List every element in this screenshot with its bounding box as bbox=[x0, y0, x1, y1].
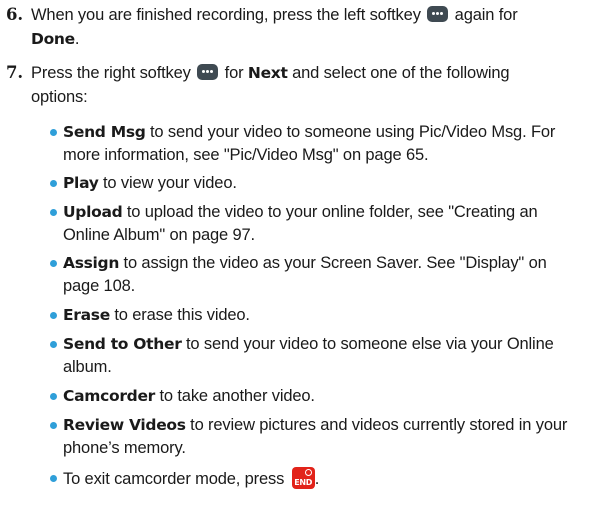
end-key-label: END bbox=[294, 478, 313, 487]
option-desc: to assign the video as your Screen Saver… bbox=[123, 254, 547, 272]
bullet-icon bbox=[50, 475, 57, 482]
option-name: Camcorder bbox=[63, 387, 156, 405]
exit-tail: . bbox=[314, 470, 320, 488]
option-name: Erase bbox=[63, 306, 110, 324]
step-text: When you are finished recording, press t… bbox=[31, 3, 596, 51]
option-desc-cont: album. bbox=[63, 358, 112, 376]
option-desc: to upload the video to your online folde… bbox=[126, 203, 538, 221]
step-7-pre: Press the right softkey bbox=[31, 64, 191, 82]
end-key-icon: END bbox=[291, 467, 315, 489]
option-desc: to send your video to someone using Pic/… bbox=[150, 123, 556, 141]
option-desc-cont: more information, see "Pic/Video Msg" on… bbox=[63, 146, 429, 164]
done-label: Done bbox=[31, 30, 75, 48]
exit-text: To exit camcorder mode, press bbox=[63, 470, 285, 488]
option-desc-cont: phone’s memory. bbox=[63, 439, 186, 457]
bullet-icon bbox=[50, 341, 57, 348]
option-desc: to review pictures and videos currently … bbox=[190, 416, 568, 434]
bullet-icon bbox=[50, 180, 57, 187]
step-7-for: for bbox=[224, 64, 244, 82]
softkey-icon bbox=[197, 64, 219, 80]
manual-page: 6. When you are finished recording, pres… bbox=[0, 0, 607, 525]
bullet-icon bbox=[50, 422, 57, 429]
bullet-icon bbox=[50, 393, 57, 400]
option-desc: to take another video. bbox=[159, 387, 315, 405]
option-desc-cont: Online Album" on page 97. bbox=[63, 226, 255, 244]
option-name: Assign bbox=[63, 254, 120, 272]
softkey-icon bbox=[427, 6, 449, 22]
step-number: 7. bbox=[6, 63, 23, 82]
option-name: Review Videos bbox=[63, 416, 186, 434]
step-7-line2: options: bbox=[31, 88, 88, 106]
step-number: 6. bbox=[6, 5, 23, 24]
option-desc: to erase this video. bbox=[114, 306, 250, 324]
step-6-line1-pre: When you are finished recording, press t… bbox=[31, 6, 421, 24]
power-symbol-icon bbox=[304, 469, 312, 476]
option-desc: to view your video. bbox=[103, 174, 237, 192]
option-desc: to send your video to someone else via y… bbox=[185, 335, 554, 353]
step-7-post: and select one of the following bbox=[292, 64, 510, 82]
option-name: Play bbox=[63, 174, 99, 192]
next-label: Next bbox=[247, 64, 288, 82]
option-desc-cont: page 108. bbox=[63, 277, 136, 295]
bullet-icon bbox=[50, 129, 57, 136]
step-text: Press the right softkey for Next and sel… bbox=[31, 61, 596, 109]
step-6-tail: . bbox=[74, 30, 80, 48]
option-name: Send to Other bbox=[63, 335, 182, 353]
option-name: Send Msg bbox=[63, 123, 146, 141]
step-6-line1-post: again for bbox=[454, 6, 518, 24]
bullet-icon bbox=[50, 209, 57, 216]
bullet-icon bbox=[50, 260, 57, 267]
bullet-icon bbox=[50, 312, 57, 319]
option-name: Upload bbox=[63, 203, 123, 221]
